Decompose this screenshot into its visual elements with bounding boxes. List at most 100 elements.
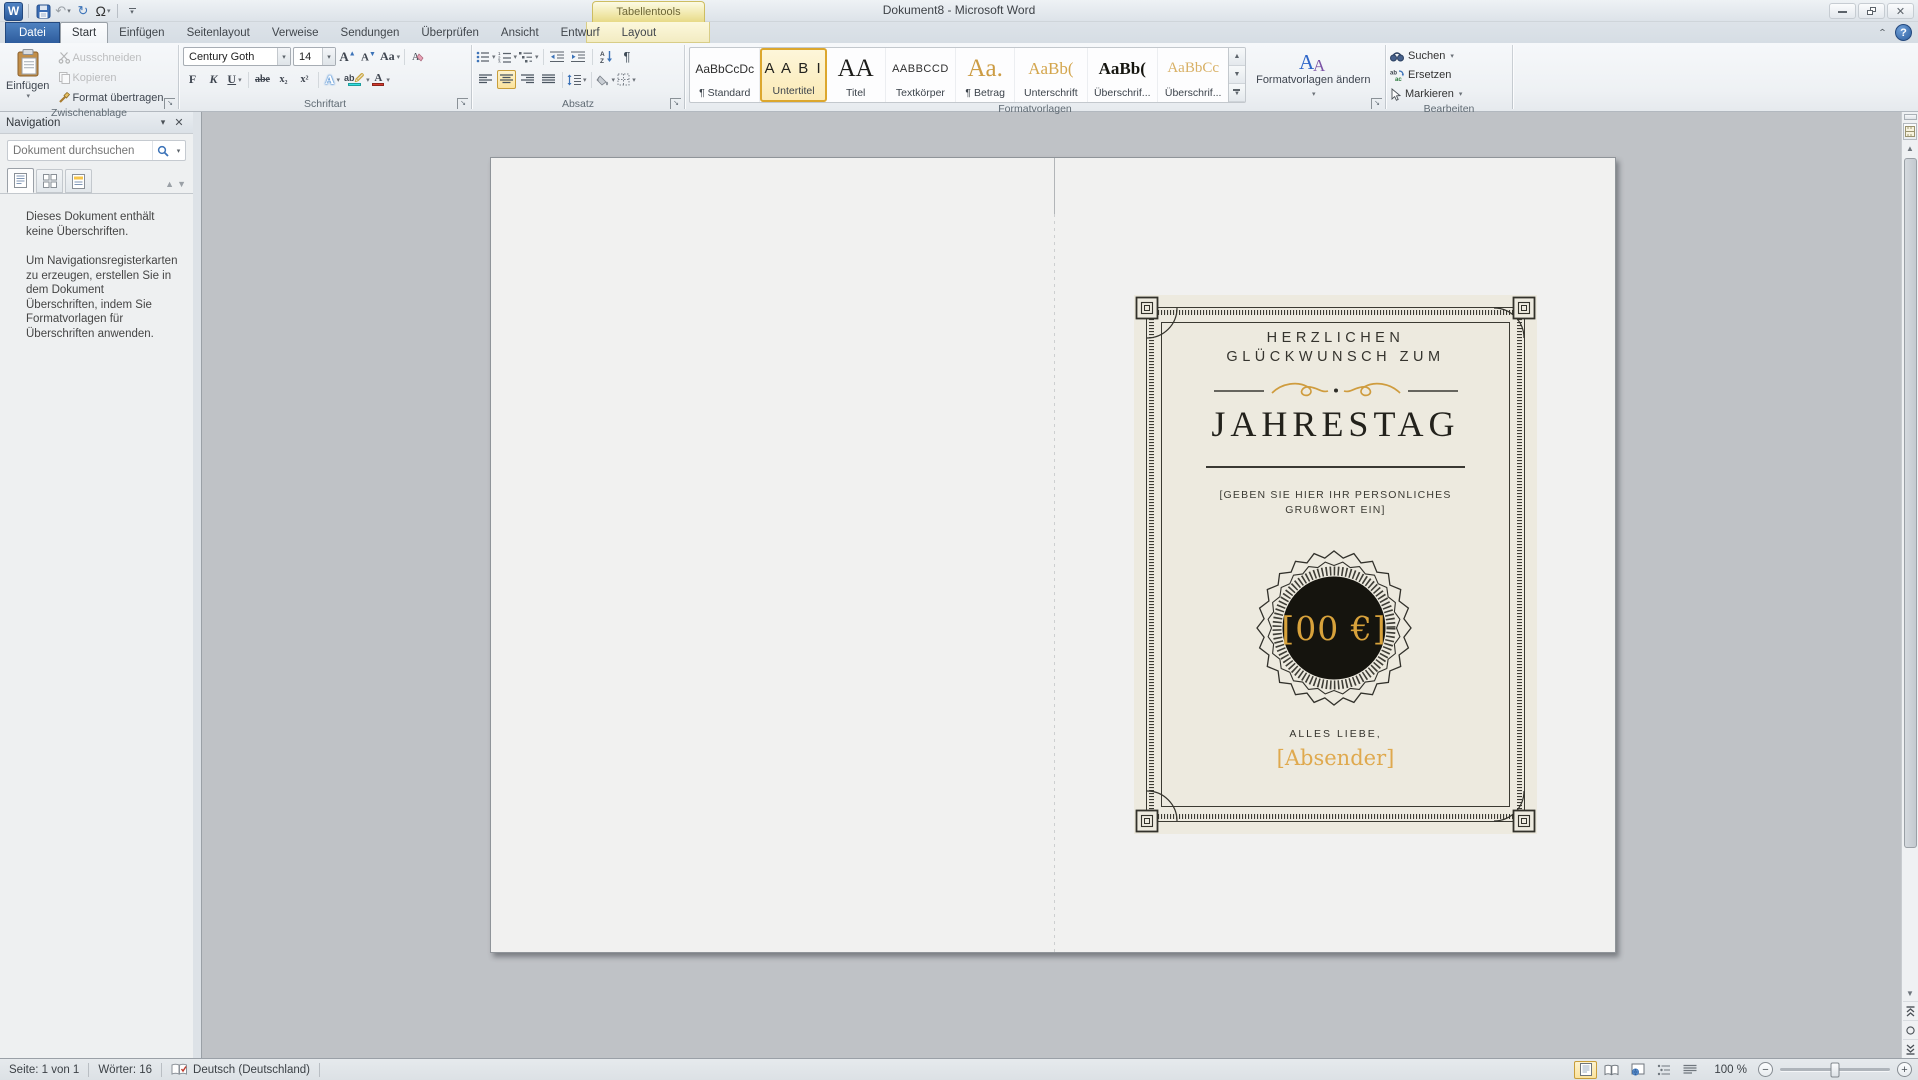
superscript-button[interactable]: x² [295,70,314,89]
style-item-ueberschrift2[interactable]: AaBbCc Überschrif... [1158,48,1228,102]
style-item-titel[interactable]: AA Titel [827,48,886,102]
split-window-handle[interactable] [1903,114,1917,120]
shrink-font-button[interactable]: A▼ [359,47,378,66]
sender-placeholder-field[interactable]: [Absender] [1134,746,1537,770]
scroll-down-icon[interactable]: ▼ [1903,985,1918,1001]
page-indicator[interactable]: Seite: 1 von 1 [0,1059,88,1080]
font-color-button[interactable]: A ▾ [372,70,391,89]
tab-ueberpruefen[interactable]: Überprüfen [410,22,490,43]
clear-formatting-button[interactable]: A [409,47,428,66]
help-button[interactable]: ? [1895,24,1912,41]
shading-button[interactable]: ▾ [595,70,615,89]
print-layout-view-button[interactable] [1574,1060,1598,1079]
clipboard-dialog-launcher[interactable]: ↘ [164,98,175,109]
zoom-slider-thumb[interactable] [1830,1062,1840,1077]
paste-dropdown-icon[interactable]: ▾ [26,92,30,100]
show-marks-button[interactable]: ¶ [618,47,637,66]
tab-ansicht[interactable]: Ansicht [490,22,550,43]
nav-tab-pages[interactable] [36,169,63,193]
style-item-betrag[interactable]: Aa. ¶ Betrag [956,48,1016,102]
styles-scroll-up[interactable]: ▲ [1229,48,1245,66]
scrollbar-thumb[interactable] [1903,158,1917,848]
grow-font-button[interactable]: A▲ [338,47,357,66]
undo-button[interactable]: ↶ ▾ [54,2,72,20]
close-button[interactable]: ✕ [1887,3,1914,19]
font-size-dropdown-icon[interactable]: ▾ [322,48,335,65]
strikethrough-button[interactable]: abe [253,70,272,89]
document-page[interactable]: HERZLICHEN GLÜCKWUNSCH ZUM JAHRESTAG [GE… [490,157,1616,954]
save-button[interactable] [34,2,52,20]
amount-placeholder-field[interactable]: [00 €] [1281,609,1386,648]
previous-heading-icon[interactable]: ▲ [165,179,174,189]
document-search-box[interactable]: ▾ [7,140,186,161]
next-heading-icon[interactable]: ▼ [177,179,186,189]
borders-button[interactable]: ▾ [617,70,636,89]
bold-button[interactable]: F [183,70,202,89]
tab-seitenlayout[interactable]: Seitenlayout [176,22,261,43]
subscript-button[interactable]: x₂ [274,70,293,89]
align-left-button[interactable] [476,70,495,89]
find-button[interactable]: Suchen ▾ [1386,47,1512,65]
proofing-status[interactable]: Deutsch (Deutschland) [162,1059,319,1080]
search-options-dropdown-icon[interactable]: ▾ [172,141,185,160]
fullscreen-reading-view-button[interactable] [1600,1061,1623,1079]
customize-qat-button[interactable]: ▾ [123,2,141,20]
styles-scroll-down[interactable]: ▼ [1229,66,1245,84]
zoom-out-button[interactable]: − [1758,1062,1773,1077]
style-item-ueberschrift1[interactable]: AaBb( Überschrif... [1088,48,1158,102]
numbering-button[interactable]: 1 2 3 ▾ [498,47,518,66]
bullets-button[interactable]: ▾ [476,47,496,66]
greeting-placeholder-field[interactable]: [GEBEN SIE HIER IHR PERSONLICHES GRUßWOR… [1134,488,1537,518]
style-item-textkoerper[interactable]: AABBCCD Textkörper [886,48,957,102]
web-layout-view-button[interactable] [1626,1061,1649,1079]
minimize-ribbon-icon[interactable]: ⌃ [1878,27,1887,38]
symbol-button[interactable]: Ω ▾ [94,2,112,20]
ruler-toggle-button[interactable] [1903,123,1917,140]
font-dialog-launcher[interactable]: ↘ [457,98,468,109]
styles-more-button[interactable]: ▼ [1229,84,1245,102]
scroll-up-icon[interactable]: ▲ [1903,140,1918,156]
change-case-button[interactable]: Aa ▾ [380,47,400,66]
undo-dropdown-icon[interactable]: ▾ [67,7,71,15]
zoom-in-button[interactable]: + [1897,1062,1912,1077]
text-effects-button[interactable]: A ▾ [323,70,342,89]
font-size-combo[interactable]: 14 ▾ [293,47,336,66]
select-browse-object-button[interactable] [1902,1020,1918,1039]
outline-view-button[interactable] [1652,1061,1675,1079]
sort-button[interactable]: AZ [597,47,616,66]
tab-entwurf[interactable]: Entwurf [550,22,611,43]
copy-button[interactable]: Kopieren [55,68,166,87]
draft-view-button[interactable] [1678,1061,1701,1079]
style-item-standard[interactable]: AaBbCcDc ¶ Standard [690,48,761,102]
font-name-combo[interactable]: Century Goth ▾ [183,47,291,66]
cut-button[interactable]: Ausschneiden [55,48,166,67]
line-spacing-button[interactable]: ▾ [567,70,587,89]
align-center-button[interactable] [497,70,516,89]
font-name-dropdown-icon[interactable]: ▾ [277,48,290,65]
tab-start[interactable]: Start [59,22,109,43]
justify-button[interactable] [539,70,558,89]
align-right-button[interactable] [518,70,537,89]
tab-verweise[interactable]: Verweise [261,22,330,43]
vertical-scrollbar[interactable]: ▲ ▼ [1901,112,1918,1058]
multilevel-list-button[interactable]: ▾ [519,47,539,66]
word-logo-icon[interactable]: W [4,1,23,21]
format-painter-button[interactable]: Format übertragen [55,88,166,107]
highlight-button[interactable]: ab🖉 ▾ [344,70,370,89]
select-button[interactable]: Markieren ▾ [1386,85,1512,103]
italic-button[interactable]: K [204,70,223,89]
decrease-indent-button[interactable] [548,47,567,66]
next-page-button[interactable] [1902,1039,1918,1058]
nav-tab-results[interactable] [65,169,92,193]
paste-button[interactable]: Einfügen ▾ [0,45,55,107]
restore-button[interactable] [1858,3,1885,19]
nav-tab-headings[interactable] [7,168,34,193]
zoom-level[interactable]: 100 % [1704,1064,1755,1076]
minimize-button[interactable] [1829,3,1856,19]
increase-indent-button[interactable] [569,47,588,66]
style-item-unterschrift[interactable]: AaBb( Unterschrift [1015,48,1088,102]
style-item-untertitel[interactable]: A A B I Untertitel [760,48,827,102]
tab-layout[interactable]: Layout [611,22,668,43]
search-icon[interactable] [152,141,172,160]
previous-page-button[interactable] [1902,1001,1918,1020]
